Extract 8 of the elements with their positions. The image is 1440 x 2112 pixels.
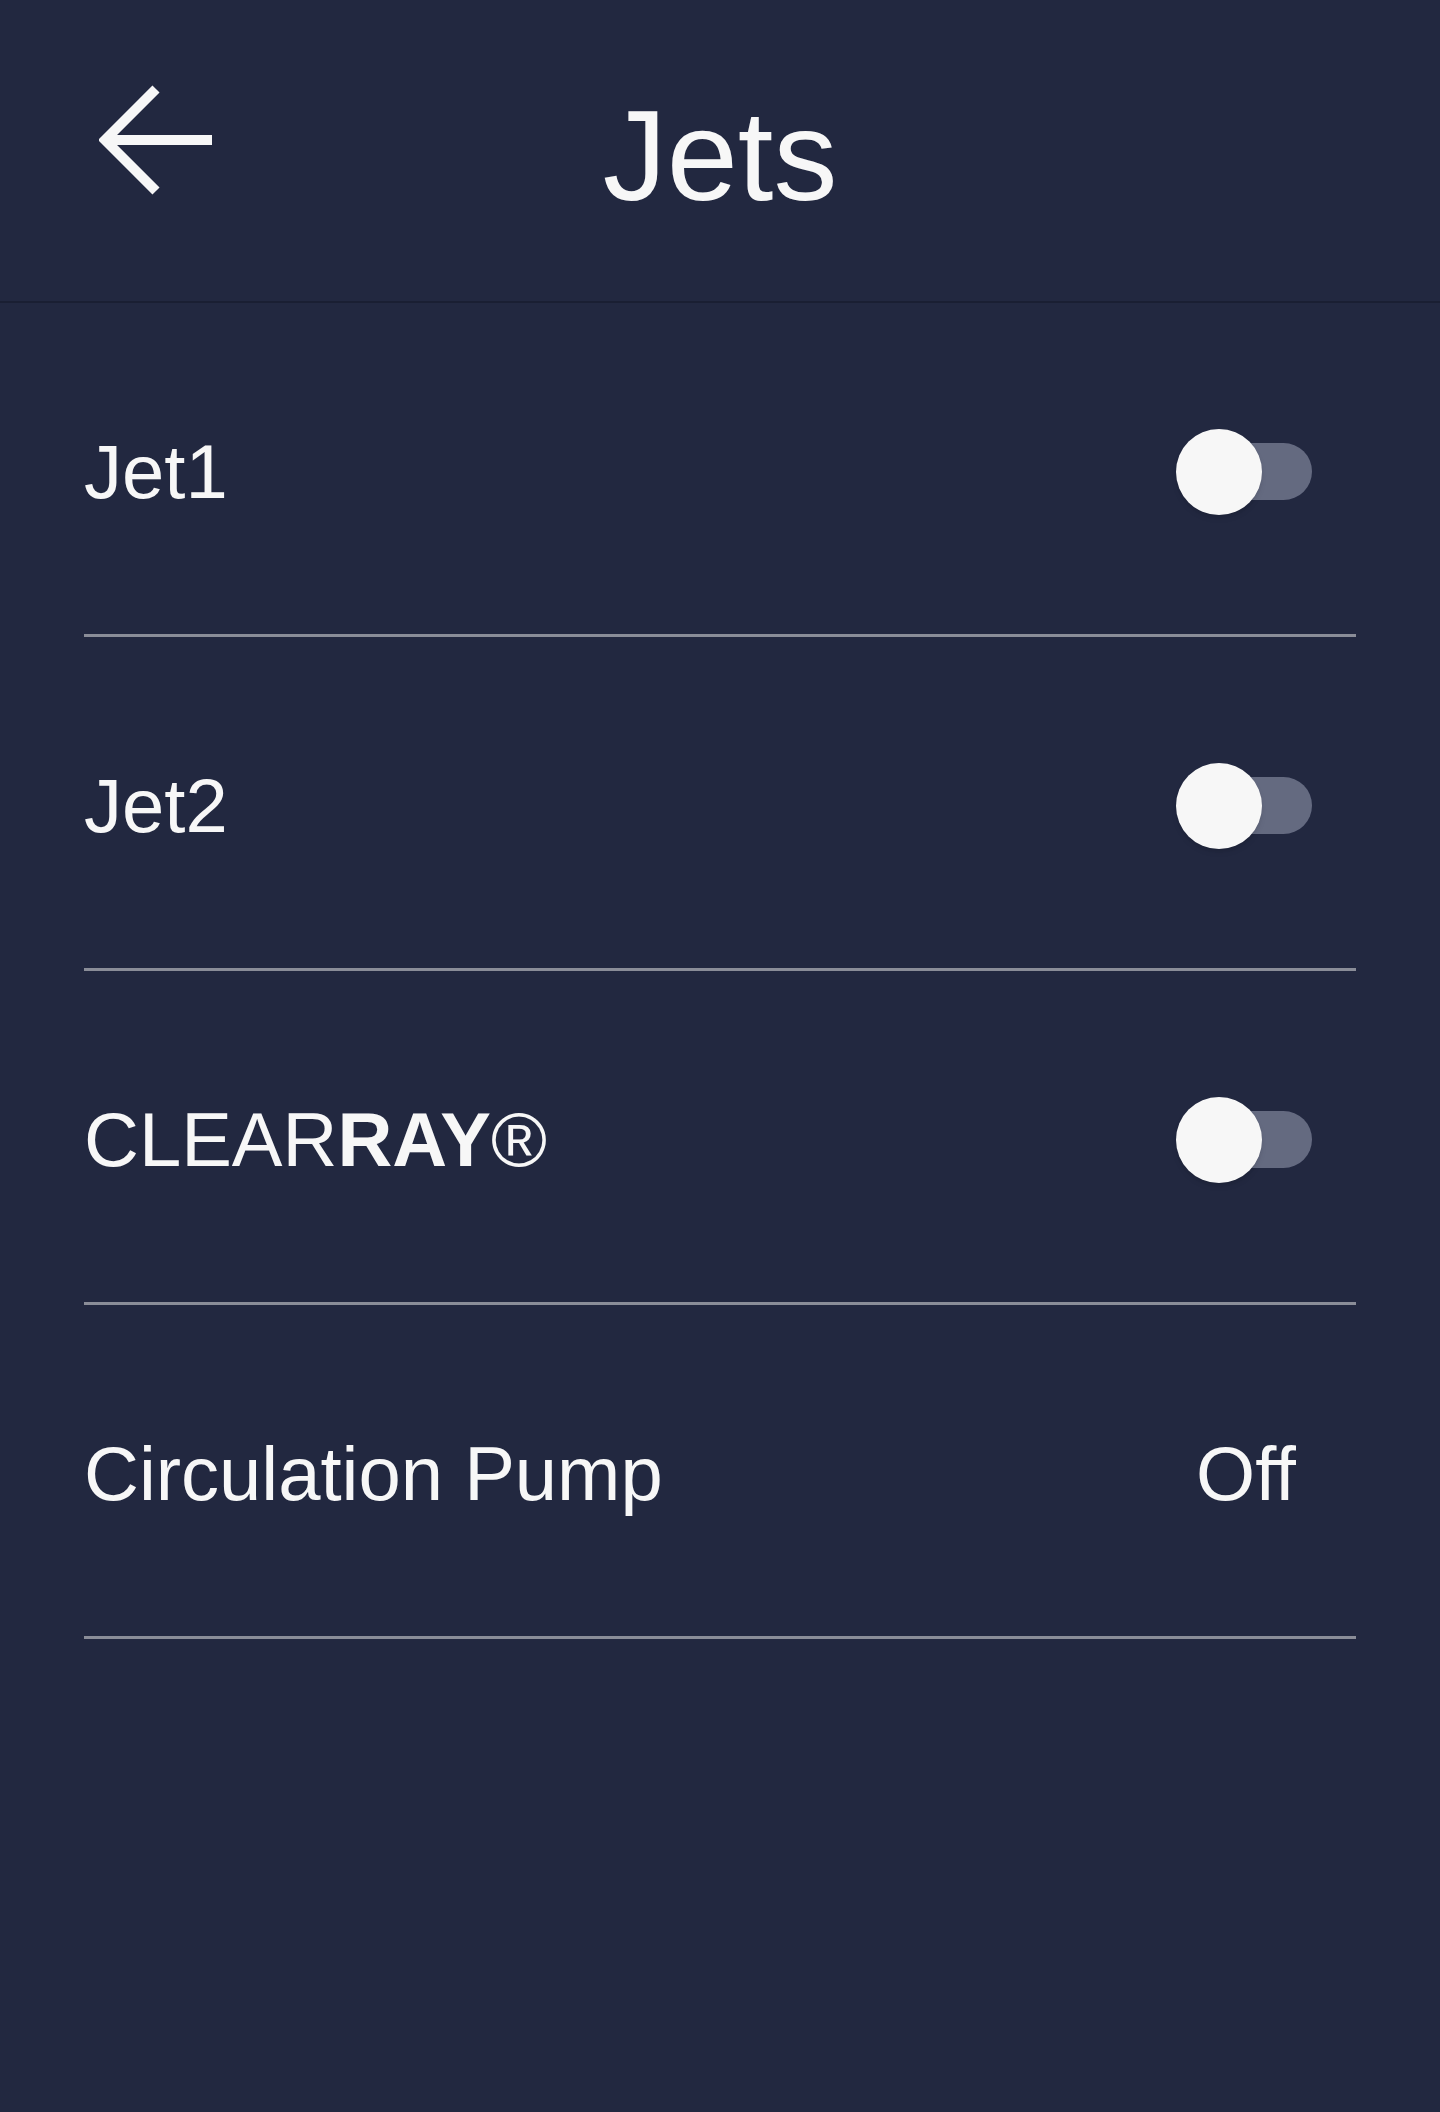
- setting-value: Off: [1196, 1435, 1297, 1512]
- toggle-switch[interactable]: [1176, 762, 1312, 849]
- setting-label: Jet2: [84, 767, 228, 844]
- setting-label: CLEARRAY®: [84, 1101, 547, 1178]
- toggle-switch[interactable]: [1176, 428, 1312, 515]
- setting-label: Jet1: [84, 433, 228, 510]
- toggle-switch[interactable]: [1176, 1096, 1312, 1183]
- screen-title: Jets: [602, 82, 838, 220]
